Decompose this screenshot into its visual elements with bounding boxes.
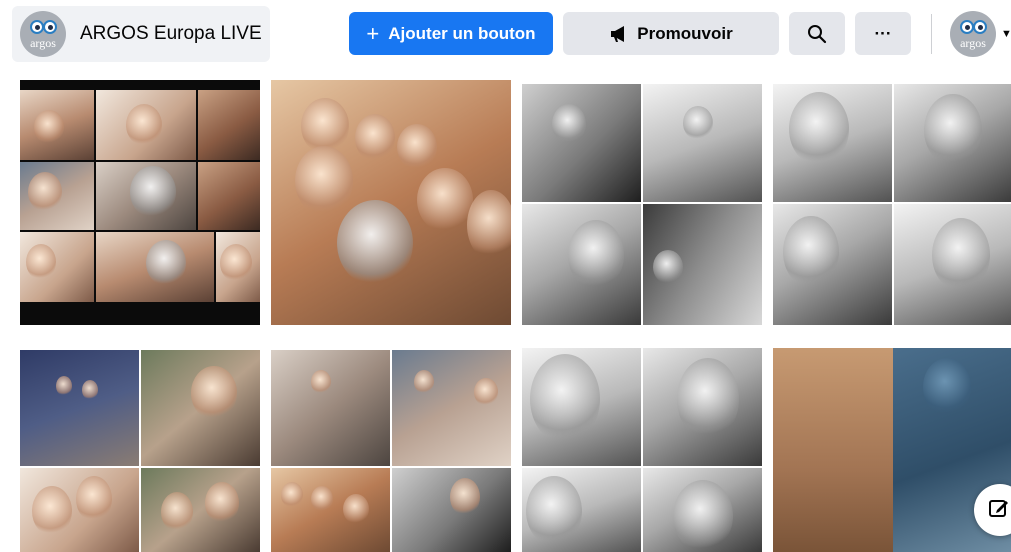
photo-cell bbox=[643, 348, 762, 466]
page-header: argos ARGOS Europa LIVE + Ajouter un bou… bbox=[0, 0, 1011, 68]
page-avatar: argos bbox=[20, 11, 66, 57]
photo-cell bbox=[141, 350, 260, 466]
more-horizontal-icon: ··· bbox=[874, 23, 892, 43]
photo-cell bbox=[198, 162, 260, 230]
photo-cell bbox=[392, 468, 511, 552]
add-button-label: Ajouter un bouton bbox=[388, 23, 536, 43]
photo-cell bbox=[20, 162, 94, 230]
page-switcher[interactable]: argos ARGOS Europa LIVE bbox=[12, 6, 270, 62]
megaphone-icon bbox=[609, 25, 629, 43]
photo-tile[interactable] bbox=[20, 80, 260, 325]
photo-cell bbox=[894, 204, 1011, 325]
photo-cell bbox=[773, 348, 893, 552]
photo-cell bbox=[271, 468, 390, 552]
photo-cell bbox=[271, 350, 390, 466]
logo-eye-left bbox=[960, 20, 974, 34]
photo-cell bbox=[216, 232, 260, 302]
photo-cell bbox=[20, 350, 139, 466]
photo-cell bbox=[522, 84, 641, 202]
page-title: ARGOS Europa LIVE bbox=[80, 23, 262, 44]
photo-tile[interactable] bbox=[773, 348, 1011, 552]
photo-cell bbox=[198, 90, 260, 160]
caret-down-icon[interactable]: ▼ bbox=[1001, 28, 1011, 40]
logo-eye-right bbox=[973, 20, 987, 34]
photo-cell bbox=[773, 84, 892, 202]
photo-cell bbox=[141, 468, 260, 552]
plus-icon: + bbox=[366, 20, 380, 46]
photo-cell bbox=[773, 204, 892, 325]
photo-tile[interactable] bbox=[522, 348, 762, 552]
add-button-button[interactable]: + Ajouter un bouton bbox=[349, 12, 553, 55]
photo-cell bbox=[522, 348, 641, 466]
photo-cell bbox=[20, 232, 94, 302]
photo-cell bbox=[20, 90, 94, 160]
search-icon bbox=[807, 24, 827, 44]
logo-eye-left bbox=[30, 20, 44, 34]
edit-icon bbox=[988, 497, 1010, 524]
logo-text: argos bbox=[30, 36, 56, 50]
header-divider bbox=[931, 14, 932, 54]
photo-cell bbox=[96, 162, 196, 230]
photo-cell bbox=[522, 204, 641, 325]
promote-label: Promouvoir bbox=[637, 23, 733, 43]
photo-cell bbox=[894, 84, 1011, 202]
photo-cell bbox=[96, 90, 196, 160]
photo-cell bbox=[96, 232, 214, 302]
logo-eye-right bbox=[43, 20, 57, 34]
logo-text: argos bbox=[960, 36, 986, 50]
photo-cell bbox=[522, 468, 641, 552]
photo-cell bbox=[643, 84, 762, 202]
search-button[interactable] bbox=[789, 12, 845, 55]
photo-tile[interactable] bbox=[773, 80, 1011, 325]
photo-cell bbox=[20, 468, 139, 552]
more-button[interactable]: ··· bbox=[855, 12, 911, 55]
photo-tile[interactable] bbox=[522, 80, 762, 325]
profile-avatar[interactable]: argos bbox=[950, 11, 996, 57]
photo-cell bbox=[392, 350, 511, 466]
promote-button[interactable]: Promouvoir bbox=[563, 12, 779, 55]
photo-tile[interactable] bbox=[271, 80, 511, 325]
photo-cell bbox=[643, 468, 762, 552]
photo-tile[interactable] bbox=[20, 348, 260, 552]
photo-tile[interactable] bbox=[271, 348, 511, 552]
photo-cell bbox=[643, 204, 762, 325]
